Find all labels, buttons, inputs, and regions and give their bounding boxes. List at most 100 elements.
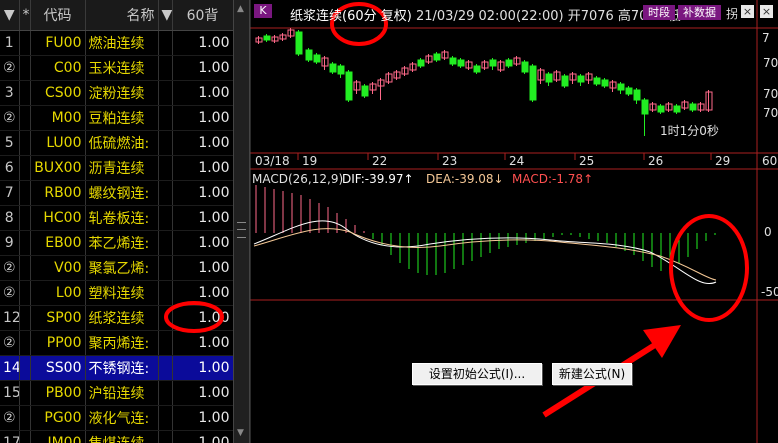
candle-body	[417, 59, 425, 67]
k-button[interactable]: K	[254, 4, 272, 18]
cut-button[interactable]: 拐	[726, 5, 738, 22]
row-gap	[158, 380, 173, 406]
row-star	[19, 330, 31, 356]
row-index: 12	[0, 305, 20, 331]
row-star	[19, 355, 31, 381]
table-row[interactable]: 3 CS00 淀粉连续 1.00	[0, 80, 233, 106]
candle-body	[313, 54, 321, 63]
scrollbar-grip[interactable]	[237, 222, 246, 238]
row-index: 1	[0, 30, 20, 56]
supplement-data-button[interactable]: 补数据	[678, 5, 721, 20]
row-gap	[158, 180, 173, 206]
scroll-down-arrow-icon[interactable]: ▼	[237, 428, 244, 438]
row-star	[19, 280, 31, 306]
table-row[interactable]: ② L00 塑料连续 1.00	[0, 280, 233, 306]
header-name[interactable]: 名称	[85, 0, 159, 31]
header-dropdown-icon[interactable]: ▼	[158, 0, 173, 31]
row-value: 1.00	[172, 155, 233, 181]
row-code: PB00	[30, 380, 86, 406]
header-code[interactable]: 代码	[30, 0, 86, 31]
row-index: 8	[0, 205, 20, 231]
row-value: 1.00	[172, 105, 233, 131]
table-row[interactable]: 8 HC00 轧卷板连: 1.00	[0, 205, 233, 231]
candle-body	[345, 71, 353, 101]
header-star[interactable]: *	[19, 0, 31, 31]
row-name: 玉米连续	[85, 55, 159, 81]
table-row[interactable]: 17 JM00焦煤连续 1.00	[0, 430, 233, 443]
candle-body	[521, 61, 529, 73]
header-sort-icon[interactable]: ▼	[0, 0, 20, 31]
table-row[interactable]: 5 LU00 低硫燃油: 1.00	[0, 130, 233, 156]
table-row[interactable]: ② C00 玉米连续 1.00	[0, 55, 233, 81]
candle-body	[689, 103, 697, 111]
countdown-text: 1时1分0秒	[660, 124, 719, 138]
macd-axis-zero: 0	[764, 225, 772, 239]
row-star	[19, 180, 31, 206]
row-star	[19, 430, 31, 443]
table-header: ▼ * 代码 名称 ▼ 60背	[0, 0, 233, 31]
row-code: LU00	[30, 130, 86, 156]
row-value: 1.00	[172, 130, 233, 156]
macd-dea-line	[253, 228, 717, 281]
table-row[interactable]: 1 FU00 燃油连续 1.00	[0, 30, 233, 56]
table-row[interactable]: ② M00 豆粕连续 1.00	[0, 105, 233, 131]
row-star	[19, 105, 31, 131]
chart-panel: 03/18 19 22 23 24 25 26 29 60 7 70 70 70 1时1分0秒 MACD(2…	[250, 0, 778, 443]
close-checkbox-2[interactable]: ×	[760, 5, 773, 18]
row-index: ②	[0, 330, 20, 356]
price-label: 70	[763, 87, 778, 101]
table-row[interactable]: 15 PB00沪铅连续 1.00	[0, 380, 233, 406]
close-checkbox-1[interactable]: ×	[741, 5, 754, 18]
annotation-circle-macd	[669, 214, 749, 322]
row-index: 17	[0, 430, 20, 443]
price-label: 70	[763, 106, 778, 120]
timing-button[interactable]: 时段	[643, 5, 675, 20]
candle-body	[593, 77, 601, 85]
row-value: 1.00	[172, 255, 233, 281]
row-value: 1.00	[172, 205, 233, 231]
candle-body	[329, 63, 337, 73]
candle-body	[433, 53, 441, 61]
row-value: 1.00	[172, 230, 233, 256]
row-value: 1.00	[172, 355, 233, 381]
row-index: 5	[0, 130, 20, 156]
candle-body	[361, 85, 369, 97]
row-index: 14	[0, 355, 20, 381]
row-star	[19, 205, 31, 231]
list-scrollbar[interactable]: ▲ ▼	[233, 0, 250, 443]
row-code: PP00	[30, 330, 86, 356]
table-row[interactable]: ② V00 聚氯乙烯: 1.00	[0, 255, 233, 281]
macd-axis-neg50: -50	[761, 285, 778, 299]
table-row[interactable]: 14 SS00不锈钢连: 1.00	[0, 355, 233, 381]
candle-body	[625, 87, 633, 95]
candle-body	[633, 89, 641, 101]
price-label: 7	[762, 31, 770, 45]
row-code: L00	[30, 280, 86, 306]
set-initial-formula-button[interactable]: 设置初始公式(I)...	[412, 363, 542, 385]
row-index: 6	[0, 155, 20, 181]
row-name: 聚丙烯连:	[85, 330, 159, 356]
row-name: 苯乙烯连:	[85, 230, 159, 256]
table-row[interactable]: 12 SP00纸浆连续 1.00	[0, 305, 233, 331]
candle-body	[641, 99, 649, 115]
macd-value-label: MACD:-1.78↑	[512, 172, 593, 186]
date-label: 19	[302, 154, 317, 168]
candle-body	[505, 59, 513, 67]
row-name: 聚氯乙烯:	[85, 255, 159, 281]
scroll-up-arrow-icon[interactable]: ▲	[237, 4, 244, 14]
table-row[interactable]: 9 EB00 苯乙烯连: 1.00	[0, 230, 233, 256]
table-row[interactable]: 7 RB00 螺纹钢连: 1.00	[0, 180, 233, 206]
row-value: 1.00	[172, 80, 233, 106]
candle-body	[305, 49, 313, 61]
date-label: 22	[372, 154, 387, 168]
row-code: C00	[30, 55, 86, 81]
new-formula-button[interactable]: 新建公式(N)	[552, 363, 632, 385]
row-star	[19, 80, 31, 106]
header-60-back[interactable]: 60背	[172, 0, 233, 31]
row-name: 不锈钢连:	[85, 355, 159, 381]
table-row[interactable]: ② PP00 聚丙烯连: 1.00	[0, 330, 233, 356]
candle-body	[561, 75, 569, 87]
row-gap	[158, 430, 173, 443]
table-row[interactable]: 6 BUX00 沥青连续 1.00	[0, 155, 233, 181]
table-row[interactable]: ② PG00 液化气连: 1.00	[0, 405, 233, 431]
